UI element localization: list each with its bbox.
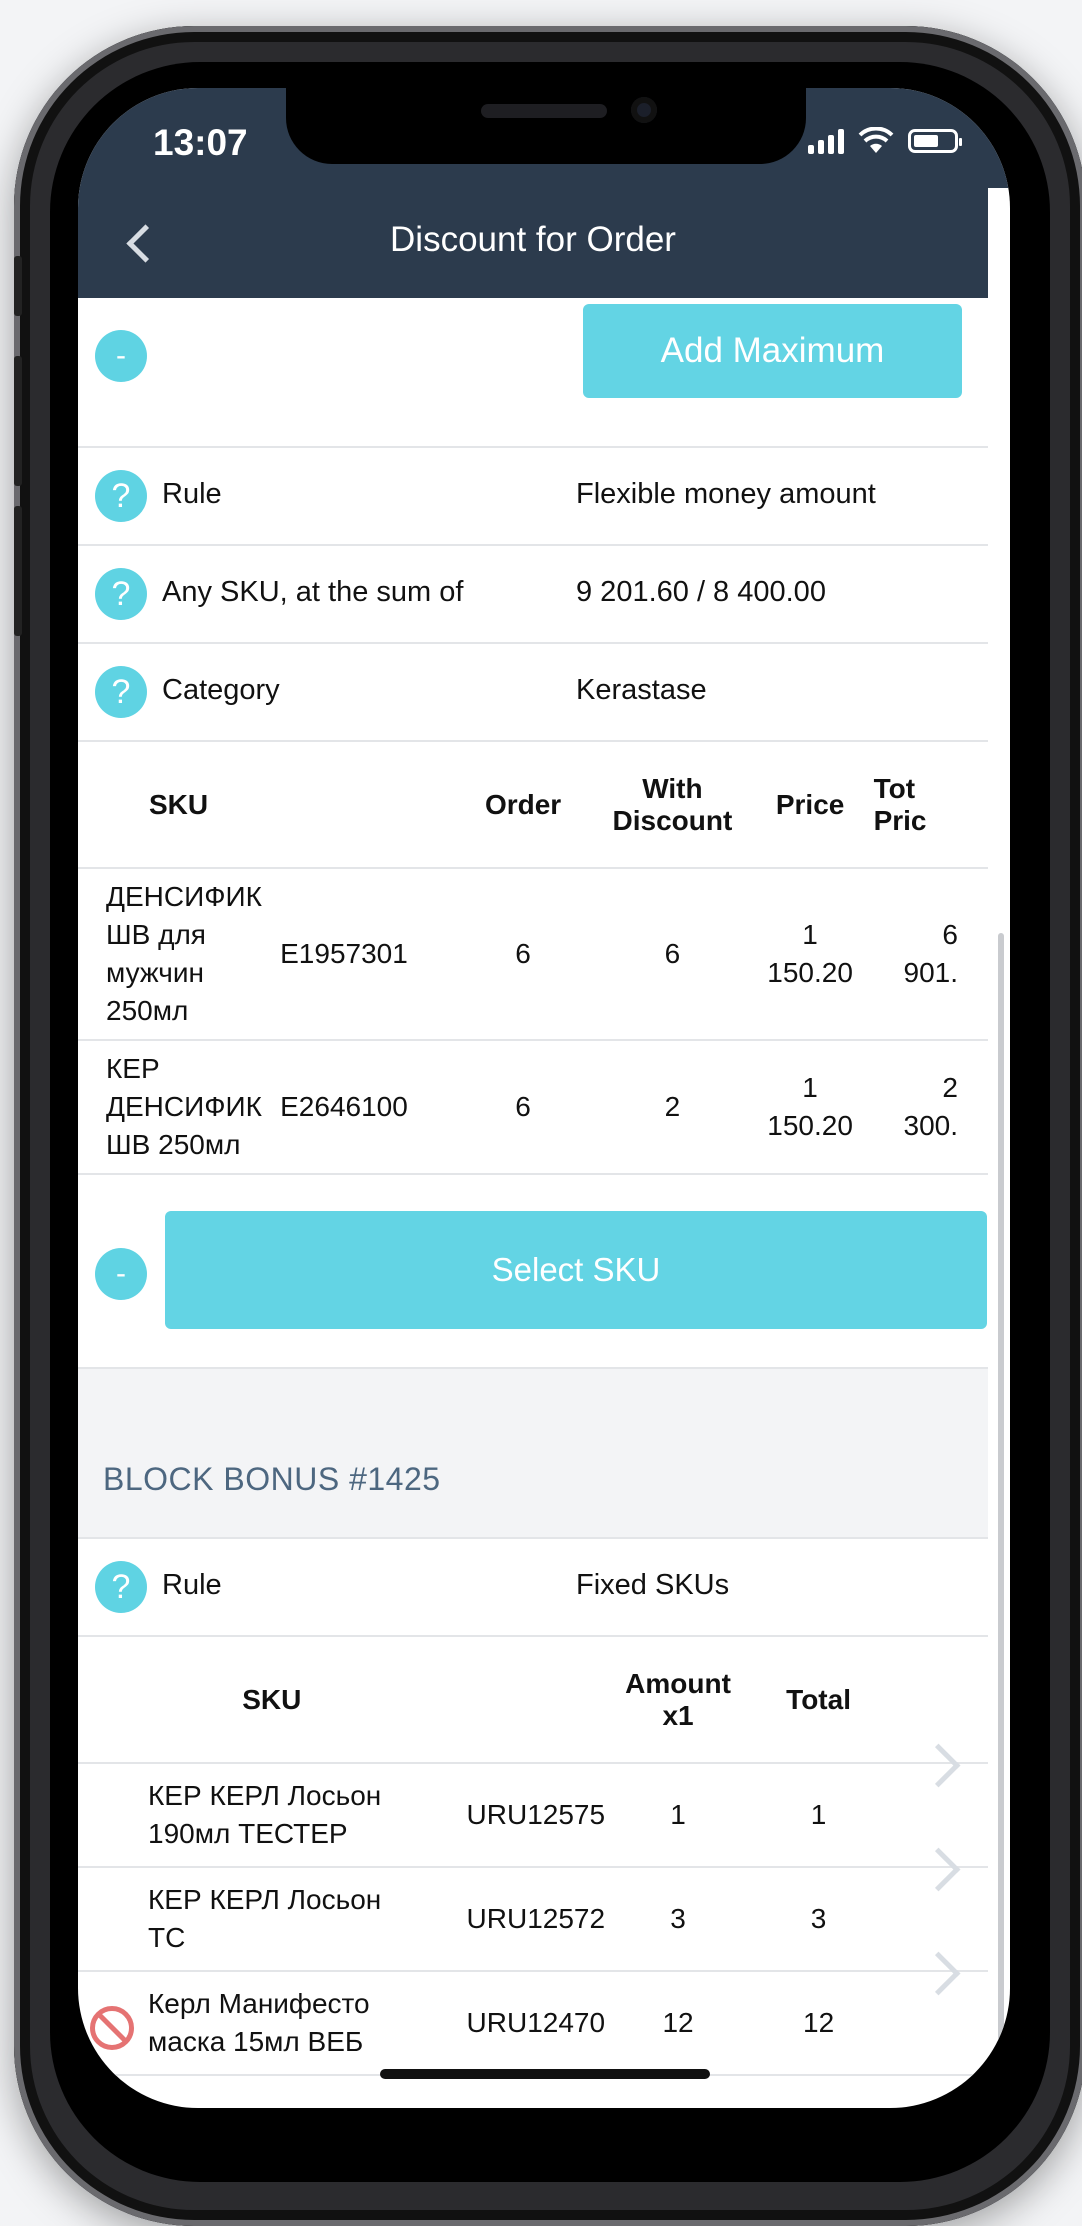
scrollbar[interactable] [998, 933, 1004, 2108]
col-sku: SKU [242, 1683, 302, 1715]
table-header-row: SKU Order With Discount Price Tot Pric [78, 742, 988, 868]
info-value: Flexible money amount [576, 478, 876, 510]
info-value: Fixed SKUs [576, 1569, 730, 1601]
bonus-table: SKU Amount x1 Total КЕР КЕРЛ Лосьон 190м… [78, 1637, 988, 2076]
bonus-section-header: BLOCK BONUS #1425 [78, 1367, 988, 1539]
status-icons [808, 126, 962, 156]
sku-with-discount: 6 [664, 938, 681, 969]
sku-name: КЕР ДЕНСИФИК ШВ 250мл [106, 1053, 262, 1160]
volume-down-button [14, 506, 22, 636]
speaker [481, 104, 607, 118]
status-time: 13:07 [153, 122, 248, 163]
help-icon[interactable]: ? [95, 666, 147, 718]
select-sku-row: - Select SKU [78, 1175, 988, 1367]
info-row-sum: ? Any SKU, at the sum of 9 201.60 / 8 40… [78, 546, 988, 644]
col-order: Order [484, 788, 562, 820]
sku-code: E2646100 [280, 1091, 408, 1122]
table-row[interactable]: КЕР КЕРЛ Лосьон 190мл ТЕСТЕР URU12575 1 … [78, 1743, 988, 1867]
col-sku: SKU [149, 788, 209, 820]
bonus-section-title: BLOCK BONUS #1425 [103, 1461, 441, 1497]
sku-code: E1957301 [280, 938, 408, 969]
bonus-sku-code: URU12572 [466, 1903, 606, 1934]
col-total-line1: Tot [873, 772, 916, 804]
table-row[interactable]: ДЕНСИФИК ШВ для мужчин 250мл E1957301 6 … [78, 868, 988, 1040]
help-icon[interactable]: ? [95, 1561, 147, 1613]
discount-action-row: - Add Maximum [78, 298, 988, 448]
cellular-signal-icon [808, 128, 844, 154]
nav-bar: Discount for Order [78, 188, 988, 298]
status-bar: 13:07 [78, 88, 1010, 188]
bonus-sku-name: КЕР КЕРЛ Лосьон ТС [148, 1884, 382, 1953]
bonus-table-wrapper: SKU Amount x1 Total КЕР КЕРЛ Лосьон 190м… [78, 1637, 988, 2076]
bonus-total: 3 [810, 1903, 827, 1934]
bonus-amount: 1 [670, 1799, 686, 1830]
mute-switch [14, 256, 22, 316]
info-label: Rule [162, 1569, 222, 1601]
info-label: Rule [162, 478, 222, 510]
sku-name: ДЕНСИФИК ШВ для мужчин 250мл [106, 881, 262, 1026]
table-row[interactable]: КЕР ДЕНСИФИК ШВ 250мл E2646100 6 2 1 150… [78, 1040, 988, 1174]
battery-icon [908, 129, 962, 153]
col-price: Price [775, 788, 845, 820]
sku-order: 6 [515, 938, 531, 969]
table-header-row: SKU Amount x1 Total [78, 1637, 988, 1763]
bonus-sku-name: КЕР КЕРЛ Лосьон 190мл ТЕСТЕР [148, 1780, 382, 1849]
collapse-button[interactable]: - [95, 330, 147, 382]
col-with-discount: With Discount [597, 742, 747, 868]
bonus-amount: 12 [662, 2007, 694, 2038]
row-chevron-cell[interactable] [889, 1951, 988, 2075]
home-indicator[interactable] [380, 2069, 710, 2079]
sku-total: 2 300. [903, 1072, 959, 1141]
bonus-sku-code: URU12575 [466, 1799, 606, 1830]
sku-total: 6 901. [903, 919, 959, 988]
bonus-total: 12 [803, 2007, 835, 2038]
table-row[interactable]: КЕР КЕРЛ Лосьон ТС URU12572 3 3 [78, 1847, 988, 1971]
col-amount-line2: x1 [662, 1699, 694, 1731]
table-row[interactable]: Керл Манифесто маска 15мл ВЕБ URU12470 1… [78, 1951, 988, 2075]
sku-price: 1 150.20 [767, 1072, 853, 1141]
select-sku-button[interactable]: Select SKU [165, 1211, 987, 1329]
sku-price: 1 150.20 [767, 919, 853, 988]
main-content: Discount for Order - Add Maximum ? Rule … [78, 188, 1010, 2076]
sku-table-wrapper: SKU Order With Discount Price Tot Pric Д… [78, 742, 988, 1175]
col-total-line2: Pric [873, 804, 927, 836]
info-value: Kerastase [576, 674, 707, 706]
forbidden-icon [90, 2006, 134, 2050]
bonus-total: 1 [810, 1799, 827, 1830]
col-with-discount-line2: Discount [612, 804, 733, 836]
col-with-discount-line1: With [642, 772, 703, 804]
bonus-sku-name: Керл Манифесто маска 15мл ВЕБ [78, 1971, 466, 2075]
help-icon[interactable]: ? [95, 568, 147, 620]
col-total-price: Tot Pric [873, 742, 988, 868]
sku-with-discount: 2 [664, 1091, 681, 1122]
volume-up-button [14, 356, 22, 486]
col-amount: Amount x1 [607, 1637, 748, 1763]
phone-screen: 13:07 Discount for Order - Add Maximum ?… [78, 88, 1010, 2108]
front-camera [631, 97, 657, 123]
notch [286, 88, 806, 164]
info-row-category: ? Category Kerastase [78, 644, 988, 742]
add-maximum-button[interactable]: Add Maximum [583, 304, 962, 398]
collapse-button[interactable]: - [95, 1248, 147, 1300]
bonus-amount: 3 [670, 1903, 686, 1934]
help-icon[interactable]: ? [95, 470, 147, 522]
page-title: Discount for Order [390, 220, 676, 259]
info-label: Category [162, 674, 280, 706]
info-value: 9 201.60 / 8 400.00 [576, 576, 826, 608]
col-total: Total [786, 1683, 851, 1715]
sku-order: 6 [515, 1091, 531, 1122]
wifi-icon [858, 127, 894, 153]
col-amount-line1: Amount [625, 1667, 731, 1699]
bonus-sku-code: URU12470 [466, 2007, 606, 2038]
info-row-rule: ? Rule Flexible money amount [78, 448, 988, 546]
bonus-rule-row: ? Rule Fixed SKUs [78, 1539, 988, 1637]
sku-table: SKU Order With Discount Price Tot Pric Д… [78, 742, 988, 1175]
info-label: Any SKU, at the sum of [162, 576, 464, 608]
